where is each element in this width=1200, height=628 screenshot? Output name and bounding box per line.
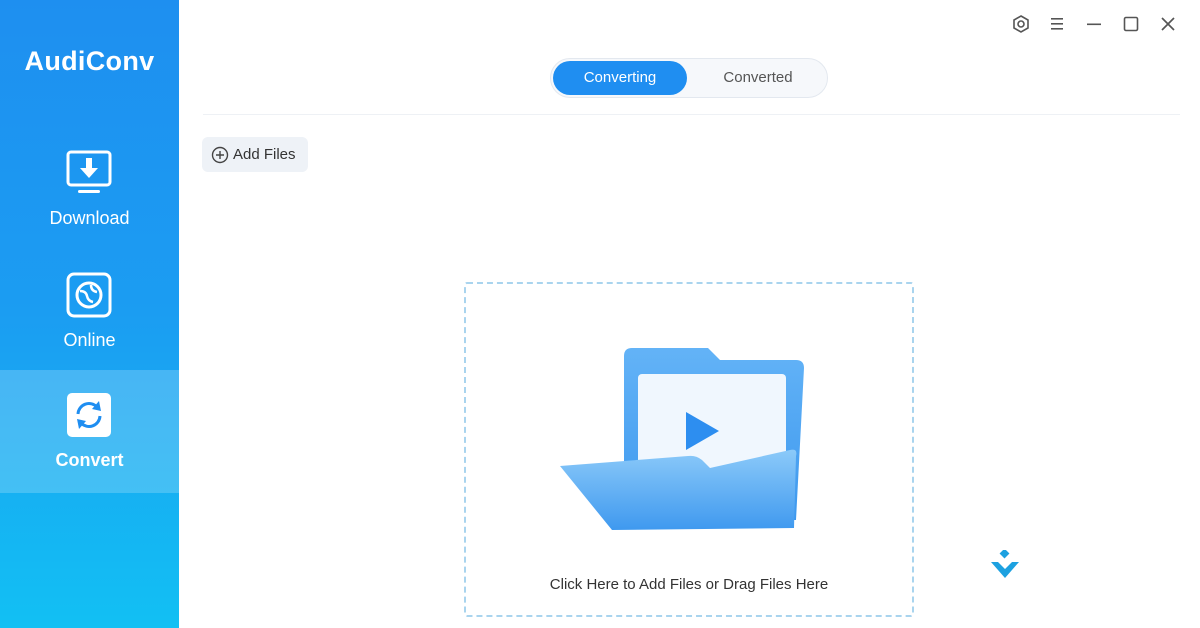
settings-icon[interactable] <box>1010 13 1032 35</box>
dropzone-instruction: Click Here to Add Files or Drag Files He… <box>549 576 829 593</box>
globe-icon <box>66 272 112 318</box>
tab-converted[interactable]: Converted <box>691 61 825 95</box>
watermark-logo <box>991 550 1019 578</box>
sidebar-item-convert[interactable]: Convert <box>0 370 179 493</box>
add-circle-icon <box>211 146 229 164</box>
sidebar-item-label: Download <box>49 208 130 228</box>
folder-video-icon <box>560 348 804 530</box>
download-icon <box>66 150 112 193</box>
minimize-icon[interactable] <box>1083 13 1105 35</box>
sidebar-item-online[interactable]: Online <box>0 250 179 373</box>
maximize-icon[interactable] <box>1120 13 1142 35</box>
sidebar: AudiConv Download Online Convert <box>0 0 179 628</box>
header-divider <box>203 114 1180 115</box>
menu-icon[interactable] <box>1046 13 1068 35</box>
app-title: AudiConv <box>24 46 155 76</box>
convert-icon <box>67 393 111 437</box>
tab-converting[interactable]: Converting <box>553 61 687 95</box>
sidebar-item-label: Online <box>63 330 116 350</box>
sidebar-item-label: Convert <box>55 450 124 470</box>
tab-switcher: Converting Converted <box>550 58 828 98</box>
add-files-label: Add Files <box>233 146 296 163</box>
file-dropzone[interactable]: Click Here to Add Files or Drag Files He… <box>464 282 914 617</box>
sidebar-item-download[interactable]: Download <box>0 128 179 251</box>
close-icon[interactable] <box>1157 13 1179 35</box>
add-files-button[interactable]: Add Files <box>202 137 308 172</box>
